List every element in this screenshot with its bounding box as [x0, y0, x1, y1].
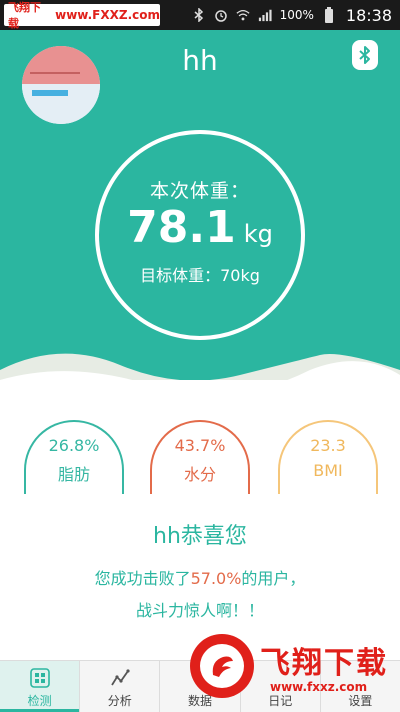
alarm-icon [214, 8, 228, 22]
clock: 18:38 [345, 5, 392, 25]
user-name: hh [182, 44, 218, 77]
watermark-logo-title: 飞翔下载 [260, 646, 388, 681]
status-bar: 飞翔下载 www.FXXZ.com 100% 18:38 [0, 0, 400, 30]
metric-bmi-label: BMI [313, 461, 343, 480]
watermark-logo-icon [190, 634, 254, 698]
metric-water[interactable]: 43.7% 水分 [150, 420, 250, 494]
watermark-text: 飞翔下载 [8, 1, 41, 30]
nav-detect[interactable]: 检测 [0, 661, 81, 712]
beat-suffix: 的用户， [241, 569, 306, 588]
grid-icon [29, 667, 51, 689]
congrats-title: hh恭喜您 [153, 524, 247, 549]
nav-detect-label: 检测 [27, 694, 52, 708]
bluetooth-button[interactable] [352, 40, 378, 70]
battery-percent: 100% [279, 8, 314, 22]
metric-fat-label: 脂肪 [57, 465, 90, 484]
bluetooth-icon [192, 8, 206, 22]
metric-water-value: 43.7% [174, 436, 226, 455]
watermark-banner: 飞翔下载 www.FXXZ.com [4, 1, 160, 30]
wifi-icon [236, 8, 250, 22]
chart-line-icon [109, 667, 131, 689]
weight-title: 本次体重： [149, 180, 250, 202]
beat-line: 您成功击败了57.0%的用户， [0, 565, 400, 589]
watermark-url: www.FXXZ.com [55, 8, 160, 22]
wave-decoration [0, 353, 400, 380]
metric-water-label: 水分 [183, 465, 216, 484]
weight-unit: kg [243, 220, 273, 248]
metric-bmi[interactable]: 23.3 BMI [278, 420, 378, 494]
signal-icon [258, 8, 272, 22]
weight-value-row: 78.1 kg [99, 202, 301, 253]
weight-value: 78.1 [127, 202, 236, 253]
weight-header: hh 本次体重： 78.1 kg 目标体重：70kg [0, 30, 400, 380]
beat-prefix: 您成功击败了 [94, 569, 191, 588]
bluetooth-icon [359, 46, 370, 64]
metric-fat-value: 26.8% [48, 436, 100, 455]
battery-icon [322, 7, 336, 23]
cheer-line: 战斗力惊人啊！！ [135, 601, 264, 620]
nav-analysis-label: 分析 [107, 694, 132, 708]
nav-analysis[interactable]: 分析 [80, 661, 161, 712]
status-icons: 100% 18:38 [192, 0, 392, 30]
watermark-logo-url: www.fxxz.com [270, 680, 368, 694]
target-weight: 目标体重：70kg [140, 266, 260, 285]
beat-percent: 57.0% [190, 569, 242, 588]
metric-fat[interactable]: 26.8% 脂肪 [24, 420, 124, 494]
watermark-logo: 飞翔下载 www.fxxz.com [190, 634, 400, 712]
metric-bmi-value: 23.3 [310, 436, 346, 455]
weight-ring: 本次体重： 78.1 kg 目标体重：70kg [95, 130, 305, 340]
